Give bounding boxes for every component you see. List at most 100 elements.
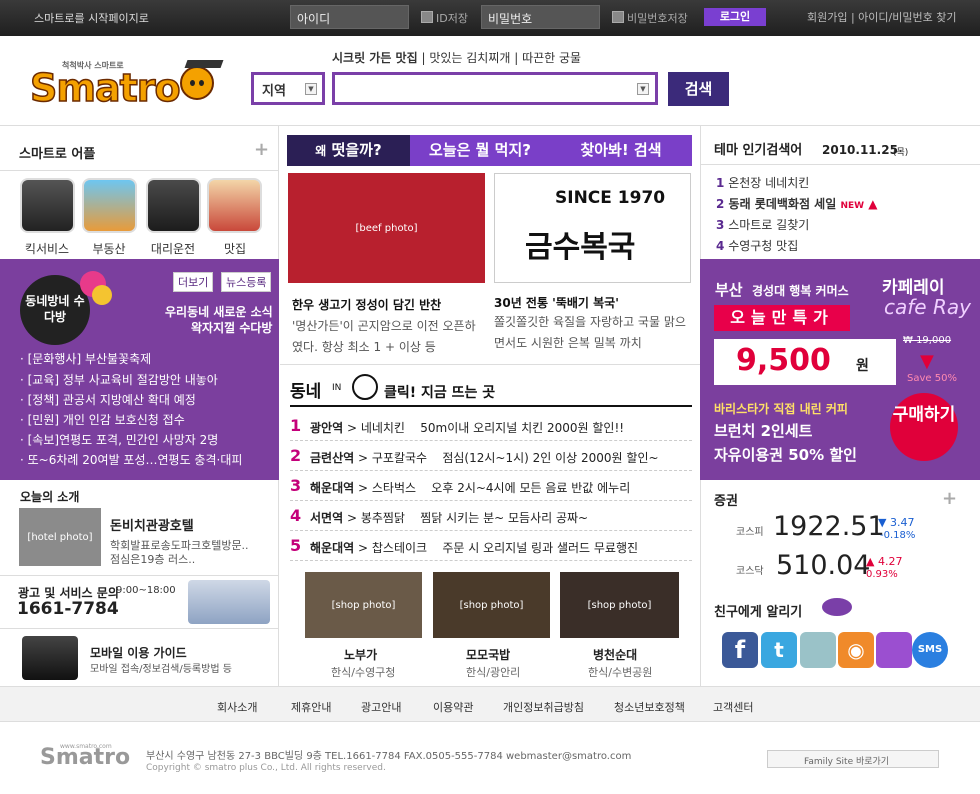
news-item[interactable]: · [문화행사] 부산불꽃축제 [20,350,151,367]
plus-icon[interactable]: + [254,139,269,160]
app-label[interactable]: 킥서비스 [17,240,77,257]
save-pw-checkbox[interactable] [612,11,624,23]
promo-region: 부산 [715,281,743,299]
rss-icon[interactable]: ◉ [838,632,874,668]
rank-text[interactable]: 서면역 > 봉추찜닭 찜닭 시키는 분~ 모듬사리 공짜~ [310,509,588,526]
smatro-logo[interactable]: 척척박사 스마트로 Smatro [29,60,224,112]
rank-desc: 주문 시 오리지널 링과 샐러드 무료행진 [442,541,639,555]
plus-icon[interactable]: + [942,488,957,509]
cafe-ray-promo[interactable]: 부산 경성대 행복 커머스 오늘만특가 카페레이 cafe Ray 9,500 … [700,259,980,480]
app-label[interactable]: 부동산 [79,240,139,257]
me2day-icon[interactable] [800,632,836,668]
news-item[interactable]: · [속보]연평도 포격, 민간인 사망자 2명 [20,431,218,448]
promo-save: Save 50% [907,373,957,384]
shop-photo[interactable]: [shop photo] [433,572,550,638]
share-title: 친구에게 알리기 [714,605,803,620]
promo-special: 오늘만특가 [714,305,850,331]
password-input[interactable]: 비밀번호 [481,5,600,29]
balloon-icon [92,285,112,305]
id-input[interactable]: 아이디 [290,5,409,29]
promo-sub: 경성대 행복 커머스 [752,284,849,298]
more-button[interactable]: 더보기 [173,272,214,292]
people-icon [822,598,852,616]
keyword-item[interactable]: 2 동래 롯데백화점 세일 NEW ▲ [716,195,877,212]
shop-name[interactable]: 병천순대 [593,646,637,663]
kick-service-app-icon[interactable] [20,178,75,233]
set-homepage-link[interactable]: 스마트로를 시작페이지로 [34,10,149,26]
news-item[interactable]: · [민원] 개인 인감 보호신청 접수 [20,411,185,428]
tab-find-search[interactable]: 찾아봐! 검색 [550,135,692,166]
shop-name[interactable]: 노부가 [344,646,377,663]
promo-price: 9,500 [736,343,831,378]
card1-title[interactable]: 한우 생고기 정성이 담긴 반찬 [292,296,441,313]
footer-link[interactable]: 회사소개 [217,699,257,715]
tagline-highlight[interactable]: 시크릿 가든 맛집 [332,51,418,65]
rank-row[interactable]: 2 [290,446,301,465]
footer-link[interactable]: 청소년보호정책 [614,699,685,715]
twitter-icon[interactable]: t [761,632,797,668]
news-item[interactable]: · [정책] 관공서 지방예산 확대 예정 [20,391,196,408]
ad-phone[interactable]: 1661-7784 [17,599,119,619]
footer-link[interactable]: 개인정보취급방침 [503,699,584,715]
shop-photo[interactable]: [shop photo] [305,572,422,638]
rank-text[interactable]: 광안역 > 네네치킨 50m이내 오리지널 치킨 2000원 할인!! [310,419,624,436]
rank-text[interactable]: 금련산역 > 구포칼국수 점심(12시~1시) 2인 이상 2000원 할인~ [310,449,659,466]
app-label[interactable]: 맛집 [205,240,265,257]
tagline-keywords[interactable]: | 맛있는 김치찌개 | 따끈한 궁물 [418,51,581,65]
search-button[interactable]: 검색 [668,72,729,106]
chevron-down-icon[interactable]: ▼ [637,83,649,95]
rank-row[interactable]: 1 [290,416,301,435]
kosdaq-value: 510.04 [776,550,871,581]
sms-icon[interactable]: SMS [912,632,948,668]
footer-link[interactable]: 이용약관 [433,699,473,715]
rank-text[interactable]: 해운대역 > 스타벅스 오후 2시~4시에 모든 음료 반값 에누리 [310,479,630,496]
keyword-item[interactable]: 1 온천장 네네치킨 [716,174,809,191]
real-estate-app-icon[interactable] [82,178,137,233]
keyword-item[interactable]: 3 스마트로 길찾기 [716,216,809,233]
rank-number: 3 [290,476,302,495]
shop-photo[interactable]: [shop photo] [560,572,679,638]
yozm-icon[interactable] [876,632,912,668]
hotel-photo[interactable]: [hotel photo] [19,508,101,566]
keyword-text: 수영구청 맛집 [728,239,799,253]
rank-desc: 오후 2시~4시에 모든 음료 반값 에누리 [431,481,631,495]
rank-number: 4 [290,506,302,525]
designated-driver-app-icon[interactable] [146,178,201,233]
rank-row[interactable]: 3 [290,476,301,495]
card2-title[interactable]: 30년 전통 '뚝배기 복국' [494,294,619,311]
footer-logo[interactable]: Smatro [40,745,130,770]
rank-place: 네네치킨 [360,421,405,435]
down-arrow-icon: ▼ [920,351,934,372]
restaurant-app-icon[interactable] [207,178,262,233]
region-select[interactable]: 지역 ▼ [251,72,325,105]
app-label[interactable]: 대리운전 [143,240,203,257]
save-id-checkbox[interactable] [421,11,433,23]
kosdaq-label: 코스닥 [736,566,764,577]
shop-name[interactable]: 모모국밥 [466,646,510,663]
footer-link[interactable]: 광고안내 [361,699,401,715]
search-input[interactable]: ▼ [332,72,658,105]
tab-why-popular[interactable]: 왜 떳을까? [287,135,410,166]
beef-photo[interactable]: [beef photo] [288,173,485,283]
rank-row[interactable]: 5 [290,536,301,555]
hotel-name[interactable]: 돈비치관광호텔 [110,515,194,534]
facebook-icon[interactable]: f [722,632,758,668]
register-news-button[interactable]: 뉴스등록 [221,272,272,292]
theme-day: (목) [893,148,909,158]
news-item[interactable]: · [교육] 정부 사교육비 절감방안 내놓아 [20,371,218,388]
footer-link[interactable]: 고객센터 [713,699,753,715]
keyword-item[interactable]: 4 수영구청 맛집 [716,237,798,254]
login-button[interactable]: 로그인 [704,8,766,26]
today-intro-title: 오늘의 소개 [20,490,80,504]
rank-text[interactable]: 해운대역 > 찹스테이크 주문 시 오리지널 링과 샐러드 무료행진 [310,539,638,556]
family-site-select[interactable]: Family Site 바로가기 [767,750,939,768]
news-item[interactable]: · 또~6차례 20여발 포성…연평도 충격·대피 [20,451,242,468]
account-links[interactable]: 회원가입 | 아이디/비밀번호 찾기 [807,9,956,25]
mobile-guide-title[interactable]: 모바일 이용 가이드 [90,644,187,661]
boknguk-logo[interactable]: SINCE 1970 금수복국 [494,173,691,283]
keyword-text: 동래 롯데백화점 세일 [728,197,837,211]
footer-link[interactable]: 제휴안내 [291,699,331,715]
tab-what-to-eat[interactable]: 오늘은 뭘 먹지? [410,135,550,166]
buy-button[interactable]: 구매하기 [890,393,958,461]
rank-row[interactable]: 4 [290,506,301,525]
